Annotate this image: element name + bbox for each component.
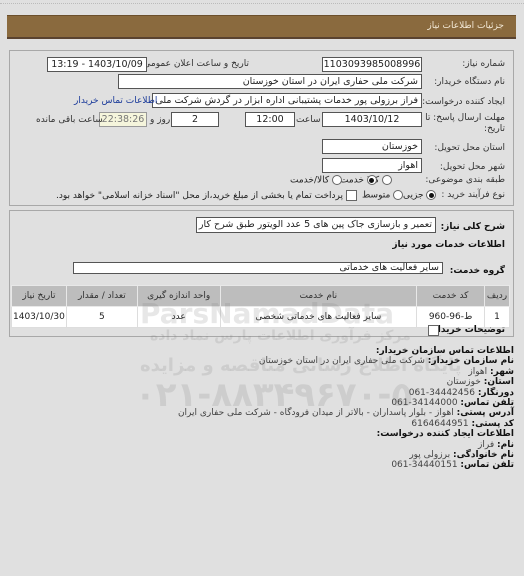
need-number-field[interactable]: 1103093985008996 (322, 57, 422, 72)
radio-medium[interactable] (393, 190, 404, 200)
radio-minor[interactable] (426, 190, 437, 200)
service-group-field[interactable]: سایر فعالیت های خدماتی (73, 262, 443, 274)
province-field[interactable]: خوزستان (322, 139, 422, 154)
category-option-service[interactable]: خدمت (340, 175, 377, 186)
time-label: ساعت (296, 115, 321, 125)
contact-org: نام سازمان خریدار: شرکت ملی حفاری ایران … (258, 356, 514, 367)
days-field: 2 (171, 112, 219, 127)
deadline-date-field[interactable]: 1403/10/12 (322, 112, 422, 127)
col-service-name: نام خدمت (219, 285, 418, 307)
cell-need-date: 1403/10/30 (11, 306, 67, 328)
payment-checkbox[interactable] (345, 190, 357, 201)
contact-address: آدرس پستی: اهواز - بلوار پاسداران - بالا… (177, 408, 514, 419)
category-label: طبقه بندی موضوعی: (425, 175, 505, 185)
creator-field[interactable]: فراز برزولی پور خدمات پشتیبانی اداره ابز… (152, 93, 422, 108)
col-need-date: تاریخ نیاز (11, 285, 67, 307)
description-field[interactable]: تعمیر و بازسازی جاک پین های 5 عدد الویتو… (196, 217, 436, 233)
service-group-label: گروه خدمت: (449, 266, 505, 276)
col-row: ردیف (484, 285, 510, 307)
services-table: ردیف کد خدمت نام خدمت واحد اندازه گیری ت… (11, 285, 510, 328)
need-number-label: شماره نیاز: (462, 59, 505, 69)
remaining-time-field: 22:38:26 (99, 112, 147, 127)
city-label: شهر محل تحویل: (439, 162, 505, 172)
days-label: روز و (150, 115, 171, 125)
contact-city: شهر: اهواز (468, 366, 514, 377)
announce-field[interactable]: 1403/10/09 - 13:19 (47, 57, 147, 72)
cell-quantity: 5 (65, 306, 138, 328)
buyer-contact-link[interactable]: اطلاعات تماس خریدار (74, 96, 157, 106)
services-heading: اطلاعات خدمات مورد نیاز (392, 240, 505, 250)
creator-heading: اطلاعات ایجاد کننده درخواست: (376, 429, 514, 440)
col-unit: واحد اندازه گیری (136, 285, 221, 307)
contact-section: اطلاعات تماس سازمان خریدار: نام سازمان خ… (178, 346, 514, 471)
announce-label: تاریخ و ساعت اعلان عمومی: (140, 59, 249, 69)
payment-option[interactable]: پرداخت تمام یا بخشی از مبلغ خرید،از محل … (56, 190, 357, 201)
creator-phone: تلفن تماس: 061-34440151 (391, 460, 514, 471)
deadline-label: مهلت ارسال پاسخ: تا تاریخ: (425, 113, 505, 134)
radio-goods-service[interactable] (332, 175, 343, 185)
contact-province: استان: خوزستان (446, 377, 514, 388)
section-title: جزئیات اطلاعات نیاز (427, 21, 504, 31)
buyer-label: نام دستگاه خریدار: (434, 77, 505, 87)
radio-service[interactable] (366, 175, 377, 185)
contact-postal: کد پستی: 6164644951 (411, 418, 514, 429)
contact-phone: تلفن تماس: 061-34144000 (391, 398, 514, 409)
creator-family: نام خانوادگی: برزولی پور (409, 450, 514, 461)
buyer-notes-checkbox[interactable] (428, 325, 439, 336)
process-option-minor[interactable]: جزیی (403, 190, 437, 201)
buyer-field[interactable]: شرکت ملی حفاری ایران در استان خوزستان (118, 74, 422, 89)
city-field[interactable]: اهواز (322, 158, 422, 173)
remaining-label: ساعت باقی مانده (36, 115, 103, 125)
creator-label: ایجاد کننده درخواست: (422, 97, 505, 107)
province-label: استان محل تحویل: (434, 143, 505, 153)
table-header-row: ردیف کد خدمت نام خدمت واحد اندازه گیری ت… (11, 285, 510, 307)
col-service-code: کد خدمت (416, 285, 486, 307)
col-quantity: تعداد / مقدار (65, 285, 138, 307)
category-option-goods-service[interactable]: کالا/خدمت (290, 175, 343, 186)
description-label: شرح کلی نیاز: (440, 222, 505, 232)
section-header: جزئیات اطلاعات نیاز (7, 15, 516, 39)
process-option-medium[interactable]: متوسط (362, 190, 404, 201)
cell-unit: عدد (136, 306, 221, 328)
process-label: نوع فرآیند خرید : (441, 190, 505, 200)
contact-fax: دورنگار: 061-34442456 (408, 387, 514, 398)
creator-name: نام: فراز (478, 439, 514, 450)
buyer-notes-label: توضیحات خریدار: (429, 325, 505, 335)
cell-service-name: سایر فعالیت های خدماتی شخصی (219, 306, 418, 328)
radio-goods[interactable] (382, 175, 393, 185)
deadline-time-field[interactable]: 12:00 (245, 112, 295, 127)
top-divider (0, 0, 524, 4)
contact-heading: اطلاعات تماس سازمان خریدار: (375, 346, 514, 356)
